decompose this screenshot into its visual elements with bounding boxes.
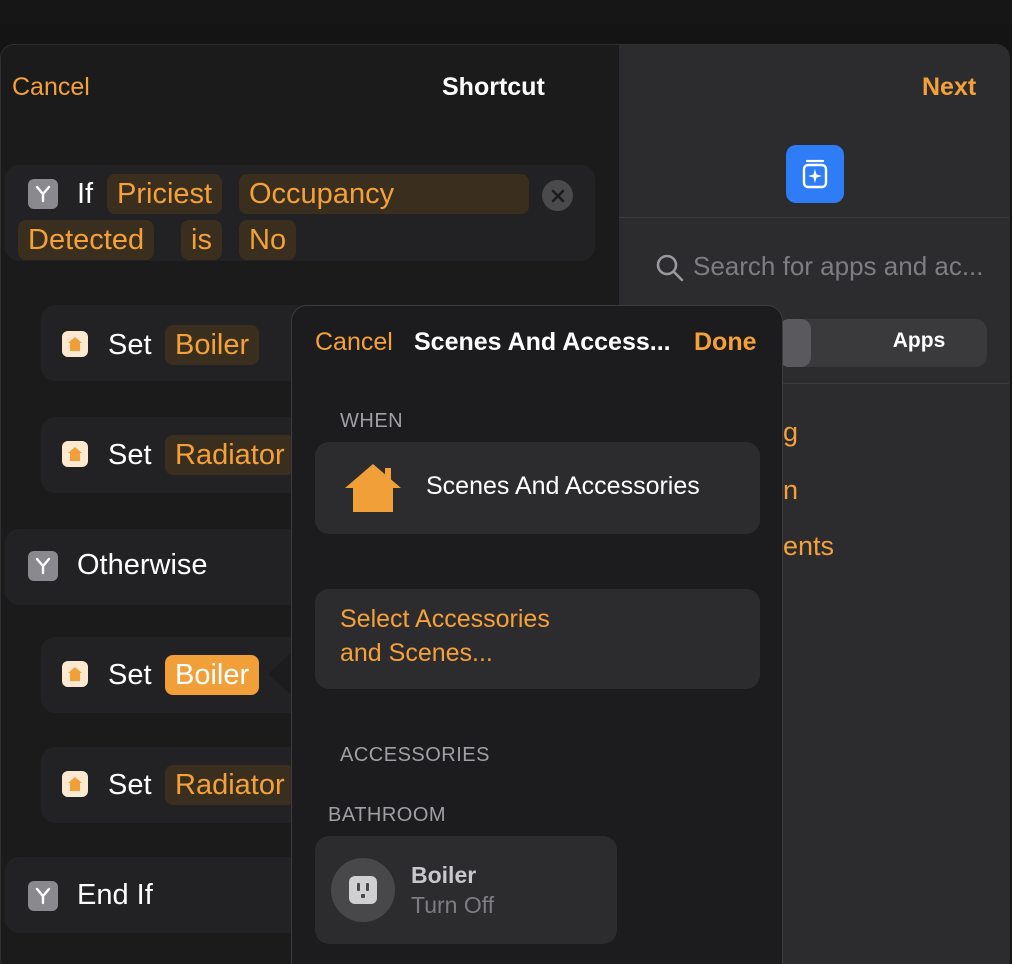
search-icon	[655, 253, 685, 283]
popover-title: Scenes And Access...	[414, 328, 671, 356]
remove-condition-button[interactable]	[542, 180, 573, 211]
popover-cancel-button[interactable]: Cancel	[315, 328, 393, 357]
accessory-tile-boiler[interactable]: Boiler Turn Off	[315, 836, 617, 944]
select-line-1: Select Accessories	[340, 605, 550, 633]
condition-token[interactable]: Occupancy	[239, 174, 529, 214]
popover-done-button[interactable]: Done	[694, 328, 757, 357]
room-section-header: BATHROOM	[328, 804, 447, 826]
accessory-state: Turn Off	[411, 892, 495, 918]
end-if-label: End If	[77, 879, 153, 911]
library-item[interactable]: ents	[783, 531, 834, 562]
when-item-label: Scenes And Accessories	[426, 472, 700, 500]
cancel-button[interactable]: Cancel	[12, 73, 90, 102]
when-section-header: WHEN	[340, 410, 404, 432]
set-label: Set	[108, 659, 152, 691]
outlet-icon	[331, 858, 395, 922]
accessory-token[interactable]: Radiator	[165, 765, 295, 805]
accessory-token[interactable]: Radiator	[165, 435, 295, 475]
condition-token[interactable]: Priciest	[107, 174, 223, 214]
condition-token[interactable]: Detected	[18, 220, 155, 260]
select-accessories-button[interactable]: Select Accessories and Scenes...	[315, 589, 760, 689]
library-item[interactable]: n	[783, 475, 798, 506]
popover-arrow	[268, 652, 292, 696]
accessory-token[interactable]: Boiler	[165, 325, 260, 365]
set-label: Set	[108, 769, 152, 801]
segmented-control[interactable]: Apps	[779, 319, 987, 367]
next-button[interactable]: Next	[922, 73, 976, 102]
otherwise-label: Otherwise	[77, 549, 208, 581]
set-label: Set	[108, 329, 152, 361]
house-icon	[343, 462, 403, 514]
when-item-card[interactable]: Scenes And Accessories	[315, 442, 760, 534]
divider	[619, 217, 1009, 218]
home-icon	[62, 331, 88, 357]
select-line-2: and Scenes...	[340, 639, 493, 667]
library-item[interactable]: g	[783, 417, 798, 448]
page-title: Shortcut	[442, 73, 545, 101]
segment-apps[interactable]: Apps	[779, 329, 1009, 353]
condition-token[interactable]: is	[181, 220, 222, 260]
branch-icon	[28, 551, 58, 581]
accessory-picker-popover: Cancel Scenes And Access... Done WHEN Sc…	[291, 305, 783, 964]
shortcuts-app-icon	[786, 145, 844, 203]
accessory-name: Boiler	[411, 862, 477, 888]
accessories-section-header: ACCESSORIES	[340, 744, 490, 766]
home-icon	[62, 441, 88, 467]
accessory-token-selected[interactable]: Boiler	[165, 655, 260, 695]
search-input[interactable]: Search for apps and ac...	[693, 251, 984, 282]
condition-token[interactable]: No	[239, 220, 297, 260]
branch-icon	[28, 881, 58, 911]
home-icon	[62, 771, 88, 797]
set-label: Set	[108, 439, 152, 471]
if-label: If	[77, 178, 94, 210]
close-icon	[551, 189, 564, 202]
branch-icon	[28, 179, 58, 209]
top-strip	[0, 0, 1012, 24]
home-icon	[62, 661, 88, 687]
